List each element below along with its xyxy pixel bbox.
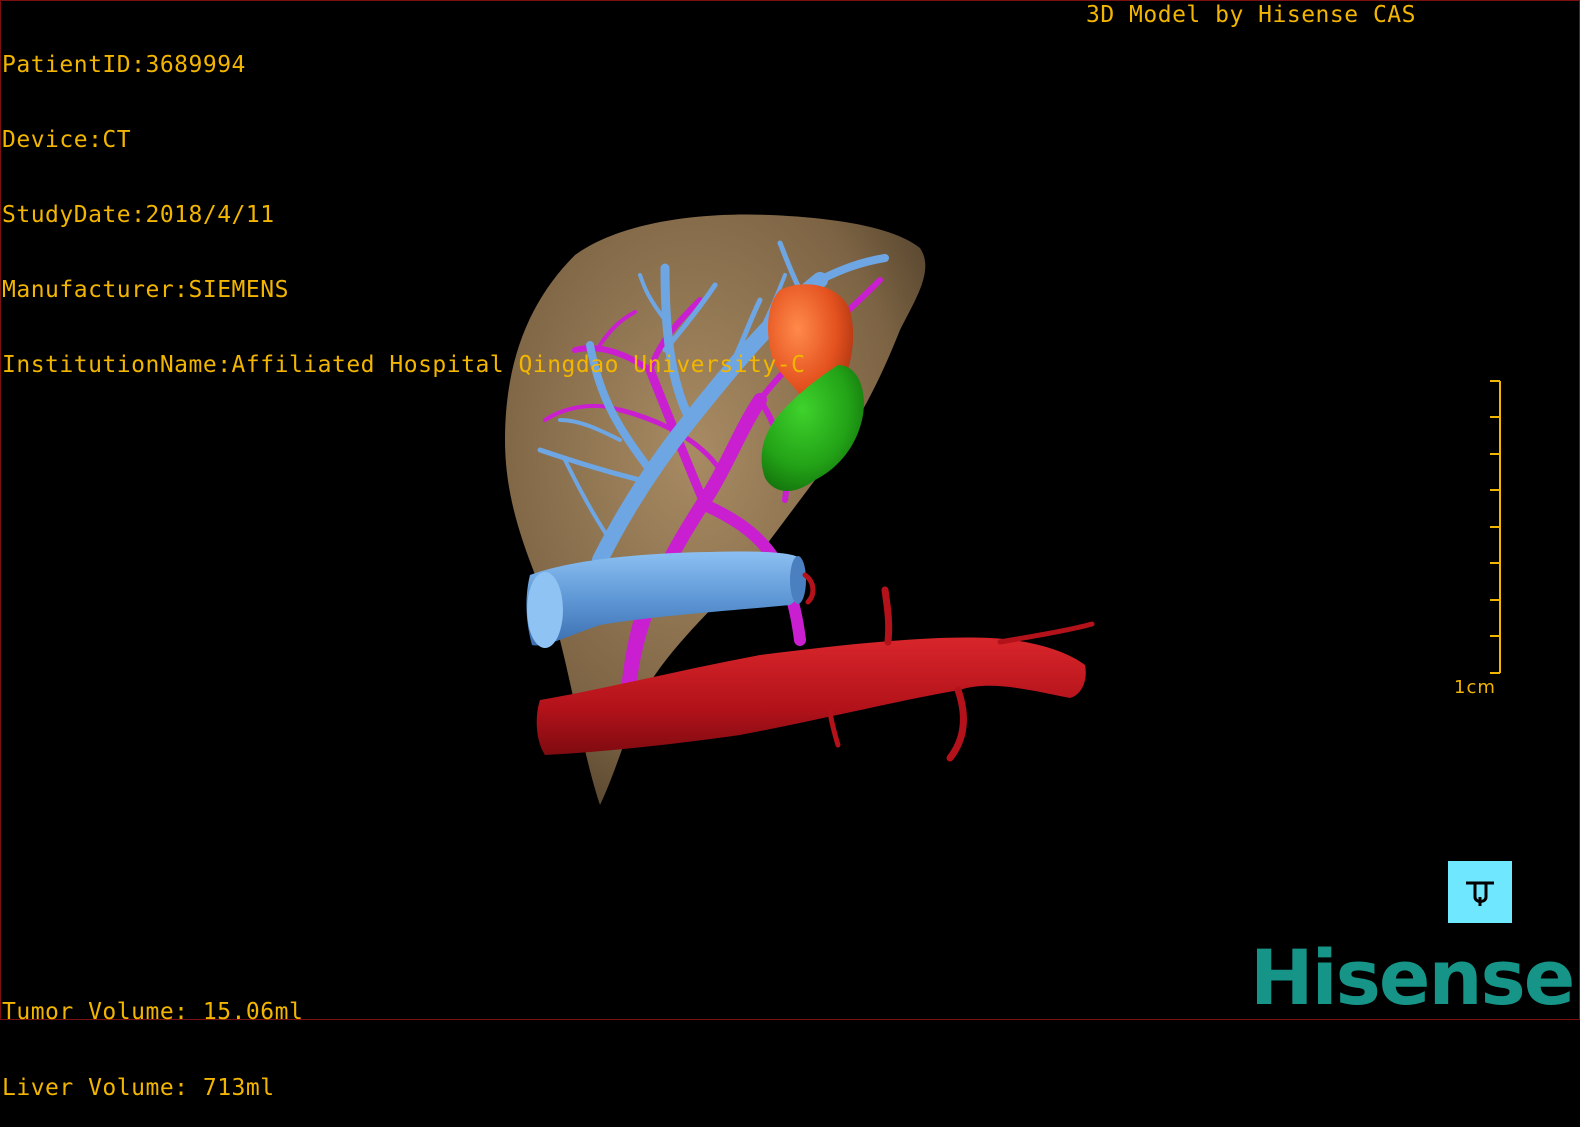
orientation-button[interactable]	[1448, 861, 1512, 923]
study-date-label: StudyDate:2018/4/11	[2, 202, 275, 228]
orientation-cube-icon	[1466, 881, 1494, 906]
model-credit-label: 3D Model by Hisense CAS	[1086, 2, 1416, 28]
scale-bar-label: 1cm	[1454, 677, 1496, 698]
hisense-logo: Hisense	[1250, 933, 1575, 1022]
patient-id-label: PatientID:3689994	[2, 52, 246, 78]
liver-volume-label: Liver Volume: 713ml	[2, 1075, 275, 1101]
tumor-volume-label: Tumor Volume: 15.06ml	[2, 999, 304, 1025]
manufacturer-label: Manufacturer:SIEMENS	[2, 277, 289, 303]
scale-bar	[1490, 380, 1501, 674]
device-label: Device:CT	[2, 127, 132, 153]
institution-label: InstitutionName:Affiliated Hospital Qing…	[2, 352, 806, 378]
study-metadata: PatientID:3689994 Device:CT StudyDate:20…	[2, 3, 805, 403]
volume-readouts: Tumor Volume: 15.06ml Liver Volume: 713m…	[2, 950, 303, 1127]
